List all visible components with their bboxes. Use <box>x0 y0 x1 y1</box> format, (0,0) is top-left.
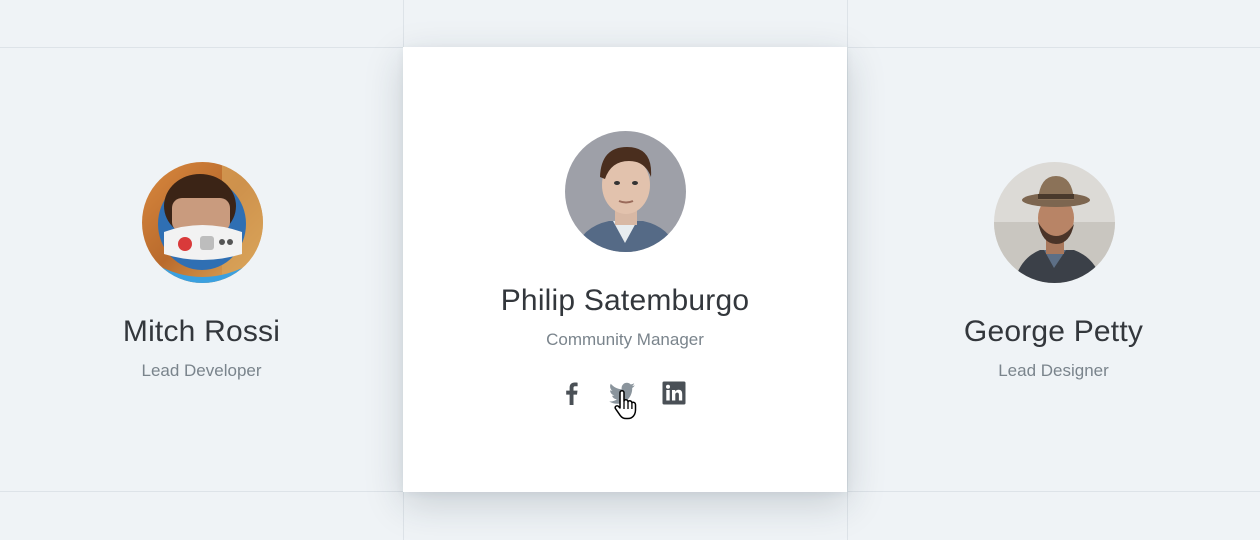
team-card-george-petty[interactable]: George Petty Lead Designer <box>847 47 1260 492</box>
member-role: Lead Developer <box>141 361 262 380</box>
team-card-philip-satemburgo[interactable]: Philip Satemburgo Community Manager <box>403 47 847 492</box>
team-card-mitch-rossi[interactable]: Mitch Rossi Lead Developer <box>0 47 403 492</box>
twitter-icon[interactable] <box>608 380 635 406</box>
linkedin-icon[interactable] <box>661 380 687 406</box>
member-name: George Petty <box>963 315 1144 348</box>
avatar-mitch-rossi <box>141 162 263 283</box>
member-role: Community Manager <box>546 330 704 349</box>
member-name: Philip Satemburgo <box>500 284 750 317</box>
avatar-george-petty <box>993 162 1115 283</box>
facebook-icon[interactable] <box>559 380 585 406</box>
avatar-philip-satemburgo <box>565 131 686 252</box>
member-role: Lead Designer <box>998 361 1109 380</box>
member-name: Mitch Rossi <box>122 315 281 348</box>
social-links <box>403 380 847 420</box>
